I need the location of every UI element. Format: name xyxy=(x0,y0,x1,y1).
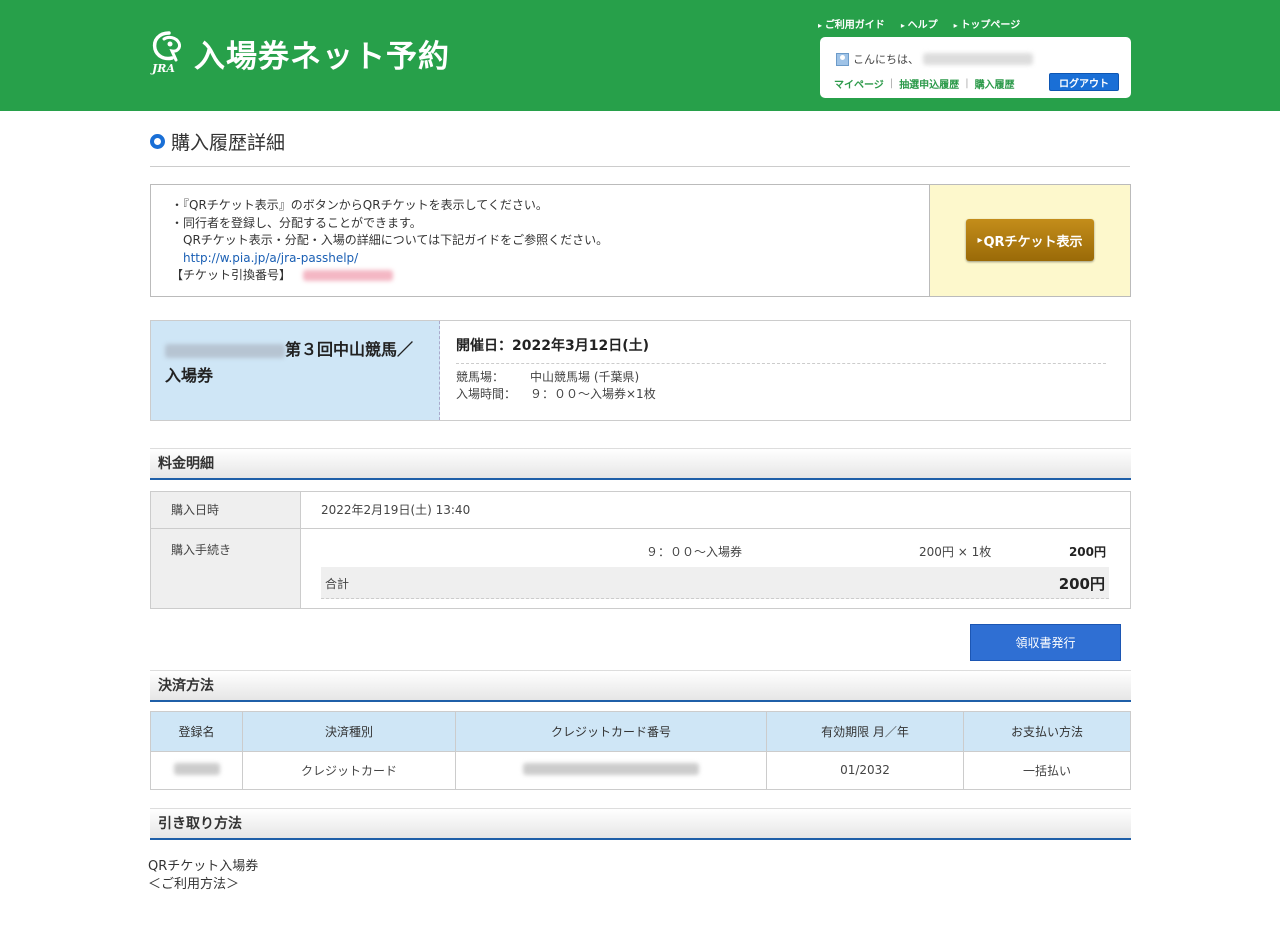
purchase-date-value: 2022年2月19日(土) 13:40 xyxy=(321,503,471,517)
expiry-cell: 01/2032 xyxy=(766,750,964,790)
total-label: 合計 xyxy=(325,577,350,591)
purchase-history-link[interactable]: 購入履歴 xyxy=(975,76,1015,91)
qr-ticket-button[interactable]: QRチケット表示 xyxy=(966,219,1094,261)
logo-title: 入場券ネット予約 xyxy=(194,38,450,75)
user-icon xyxy=(836,52,849,66)
title-divider xyxy=(150,166,1130,167)
ticket-code-label: 【チケット引換番号】 xyxy=(171,268,292,282)
fee-item-amount: 200円 xyxy=(1068,545,1106,559)
purchase-date-label: 購入日時 xyxy=(151,492,301,528)
separator: | xyxy=(889,78,894,89)
fee-total-row: 合計 200円 xyxy=(321,567,1109,599)
event-name: 第３回中山競馬／入場券 xyxy=(165,337,425,389)
col-header: 有効期限 月／年 xyxy=(766,711,964,752)
venue-row: 競馬場： 中山競馬場 (千葉県) xyxy=(456,368,1106,385)
entry-value: ９：００～入場券×1枚 xyxy=(530,387,656,401)
entry-label: 入場時間： xyxy=(456,387,517,401)
guide-link[interactable]: ご利用ガイド xyxy=(818,16,885,31)
pickup-info: QRチケット入場券 ＜ご利用方法＞ xyxy=(148,858,258,894)
top-page-link[interactable]: トップページ xyxy=(954,16,1020,31)
greeting: こんにちは、 xyxy=(836,51,1033,67)
page-title: 購入履歴詳細 xyxy=(150,128,285,155)
fee-table: 購入日時 2022年2月19日(土) 13:40 購入手続き ９：００～入場券 … xyxy=(150,491,1131,609)
table-row: 購入手続き ９：００～入場券 200円 × 1枚 200円 合計 200円 xyxy=(151,529,1130,608)
user-name-redacted xyxy=(923,53,1033,65)
event-box: 第３回中山競馬／入場券 開催日：2022年3月12日(土) 競馬場： 中山競馬場… xyxy=(150,320,1131,421)
ticket-code-redacted xyxy=(303,270,394,281)
table-row: 購入日時 2022年2月19日(土) 13:40 xyxy=(151,492,1130,529)
greeting-text: こんにちは、 xyxy=(853,53,919,66)
user-links: マイページ | 抽選申込履歴 | 購入履歴 xyxy=(834,76,1015,91)
card-number-redacted xyxy=(523,762,699,775)
info-line: ・『QRチケット表示』のボタンからQRチケットを表示してください。 xyxy=(171,198,548,212)
col-header: お支払い方法 xyxy=(963,711,1131,752)
entry-row: 入場時間： ９：００～入場券×1枚 xyxy=(456,385,1106,402)
site-header: JRA 入場券ネット予約 ご利用ガイド ヘルプ トップページ こんにちは、 マイ… xyxy=(0,0,1280,111)
event-prefix-redacted xyxy=(165,343,285,358)
pickup-method: QRチケット入場券 xyxy=(148,859,259,874)
fee-item-name: ９：００～入場券 xyxy=(646,545,743,559)
payment-section-header: 決済方法 xyxy=(150,670,1131,702)
event-name-panel: 第３回中山競馬／入場券 xyxy=(151,321,440,420)
pickup-section-header: 引き取り方法 xyxy=(150,808,1131,840)
info-line: ・同行者を登録し、分配することができます。 xyxy=(171,215,422,230)
payment-type-cell: クレジットカード xyxy=(242,750,456,790)
col-header: クレジットカード番号 xyxy=(455,711,767,752)
guide-url-link[interactable]: http://w.pia.jp/a/jra-passhelp/ xyxy=(183,251,358,265)
ticket-code-row: 【チケット引換番号】 xyxy=(171,267,608,285)
title-bullet-icon xyxy=(150,134,165,149)
payment-table: 登録名 決済種別 クレジットカード番号 有効期限 月／年 お支払い方法 クレジッ… xyxy=(150,711,1131,790)
top-nav: ご利用ガイド ヘルプ トップページ xyxy=(818,16,1020,31)
card-number-cell xyxy=(455,750,767,790)
table-row: クレジットカード 01/2032 一括払い xyxy=(150,750,1131,790)
payment-method-cell: 一括払い xyxy=(963,750,1131,790)
col-header: 登録名 xyxy=(150,711,243,752)
info-text: ・『QRチケット表示』のボタンからQRチケットを表示してください。 ・同行者を登… xyxy=(171,197,608,285)
fee-item-price: 200円 × 1枚 xyxy=(919,545,992,559)
logout-button[interactable]: ログアウト xyxy=(1049,73,1119,91)
page-title-text: 購入履歴詳細 xyxy=(171,132,286,154)
qr-button-panel: QRチケット表示 xyxy=(929,185,1130,296)
usage-instructions: ＜ご利用方法＞ xyxy=(148,877,240,892)
venue-value: 中山競馬場 (千葉県) xyxy=(530,370,640,384)
col-header: 決済種別 xyxy=(242,711,456,752)
venue-label: 競馬場： xyxy=(456,370,505,384)
help-link[interactable]: ヘルプ xyxy=(901,16,938,31)
registered-name-cell xyxy=(150,750,243,790)
separator: | xyxy=(965,78,969,89)
lottery-history-link[interactable]: 抽選申込履歴 xyxy=(899,76,959,91)
table-header-row: 登録名 決済種別 クレジットカード番号 有効期限 月／年 お支払い方法 xyxy=(150,711,1131,752)
info-line: QRチケット表示・分配・入場の詳細については下記ガイドをご参照ください。 xyxy=(183,233,609,247)
registered-name-redacted xyxy=(173,762,220,775)
logo-jra-text: JRA xyxy=(152,62,175,75)
event-date: 開催日：2022年3月12日(土) xyxy=(456,335,1106,364)
receipt-button[interactable]: 領収書発行 xyxy=(970,624,1121,661)
total-amount: 200円 xyxy=(1058,575,1105,593)
site-logo[interactable]: JRA 入場券ネット予約 xyxy=(150,30,450,76)
event-details: 開催日：2022年3月12日(土) 競馬場： 中山競馬場 (千葉県) 入場時間：… xyxy=(456,335,1106,402)
mypage-link[interactable]: マイページ xyxy=(834,76,884,91)
user-panel: こんにちは、 マイページ | 抽選申込履歴 | 購入履歴 ログアウト xyxy=(820,37,1131,98)
procedure-label: 購入手続き xyxy=(151,529,301,608)
qr-info-box: ・『QRチケット表示』のボタンからQRチケットを表示してください。 ・同行者を登… xyxy=(150,184,1131,297)
fee-section-header: 料金明細 xyxy=(150,448,1131,480)
jra-logo-icon: JRA xyxy=(150,30,190,76)
